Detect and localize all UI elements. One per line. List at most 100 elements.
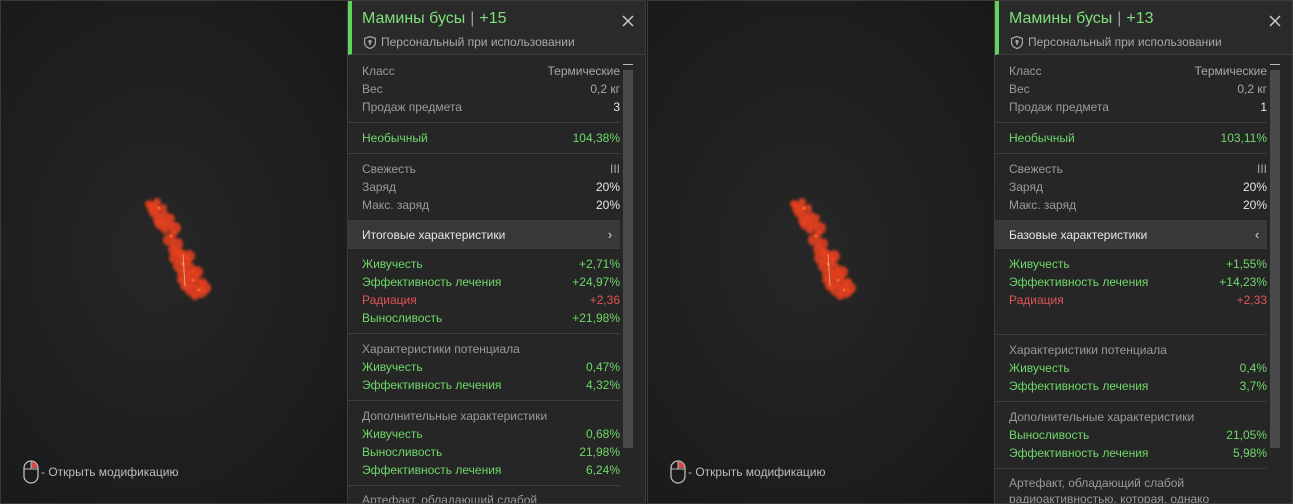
stat-value: +21,98% bbox=[572, 311, 620, 325]
item-preview-viewport[interactable]: - Открыть модификацию bbox=[648, 1, 994, 503]
extra-label: Эффективность лечения bbox=[1009, 446, 1149, 460]
extra-value: 21,98% bbox=[579, 445, 620, 459]
info-row: Вес 0,2 кг bbox=[1009, 80, 1267, 98]
stat-label: Живучесть bbox=[362, 257, 423, 271]
extra-section: Дополнительные характеристики Выносливос… bbox=[995, 402, 1267, 469]
info-value: 1 bbox=[1260, 100, 1267, 114]
close-icon[interactable] bbox=[1268, 14, 1282, 28]
extra-row: Выносливость 21,05% bbox=[1009, 426, 1267, 444]
condition-row: Заряд 20% bbox=[1009, 178, 1267, 196]
potential-section: Характеристики потенциала Живучесть 0,47… bbox=[348, 334, 620, 401]
close-icon[interactable] bbox=[621, 14, 635, 28]
item-upgrade-level: +15 bbox=[479, 10, 507, 27]
stat-label: Эффективность лечения bbox=[1009, 275, 1149, 289]
chevron-icon[interactable]: ‹ bbox=[1247, 227, 1267, 242]
potential-row: Живучесть 0,4% bbox=[1009, 359, 1267, 377]
potential-label: Эффективность лечения bbox=[362, 378, 502, 392]
stat-label: Радиация bbox=[362, 293, 417, 307]
condition-label: Свежесть bbox=[1009, 162, 1063, 176]
potential-value: 0,4% bbox=[1239, 361, 1267, 375]
item-tooltip-panel: Мамины бусы | +13 Персональный при испол… bbox=[994, 1, 1292, 504]
info-label: Класс bbox=[1009, 64, 1042, 78]
extra-row: Эффективность лечения 5,98% bbox=[1009, 444, 1267, 462]
extra-row: Эффективность лечения 6,24% bbox=[362, 461, 620, 479]
tooltip-body: Класс Термические Вес 0,2 кг Продаж пред… bbox=[995, 56, 1292, 504]
chevron-icon[interactable]: › bbox=[600, 227, 620, 242]
left-screen: - Открыть модификацию Мамины бусы | +15 … bbox=[0, 0, 646, 504]
condition-value: III bbox=[1256, 162, 1267, 176]
stat-value: +14,23% bbox=[1219, 275, 1267, 289]
stat-row: Выносливость +21,98% bbox=[362, 309, 620, 327]
stat-row: Радиация +2,36 bbox=[362, 291, 620, 309]
extra-label: Выносливость bbox=[362, 445, 443, 459]
stat-label: Радиация bbox=[1009, 293, 1064, 307]
extra-label: Живучесть bbox=[362, 427, 423, 441]
info-value: 0,2 кг bbox=[590, 82, 620, 96]
item-info-section: Класс Термические Вес 0,2 кг Продаж пред… bbox=[995, 56, 1267, 123]
condition-row: Свежесть III bbox=[362, 160, 620, 178]
potential-row: Живучесть 0,47% bbox=[362, 358, 620, 376]
stats-tab-toggle[interactable]: Базовые характеристики ‹ bbox=[995, 221, 1267, 249]
info-value: 0,2 кг bbox=[1237, 82, 1267, 96]
stat-row: Живучесть +1,55% bbox=[1009, 255, 1267, 273]
info-value: Термические bbox=[547, 64, 620, 78]
item-upgrade-level: +13 bbox=[1126, 10, 1154, 27]
item-info-section: Класс Термические Вес 0,2 кг Продаж пред… bbox=[348, 56, 620, 123]
info-label: Вес bbox=[1009, 82, 1030, 96]
info-row: Продаж предмета 3 bbox=[362, 98, 620, 116]
stat-label: Выносливость bbox=[362, 311, 443, 325]
scrollbar-thumb[interactable] bbox=[623, 70, 633, 448]
potential-section: Характеристики потенциала Живучесть 0,4%… bbox=[995, 335, 1267, 402]
info-row: Вес 0,2 кг bbox=[362, 80, 620, 98]
info-label: Класс bbox=[362, 64, 395, 78]
stat-value: +24,97% bbox=[572, 275, 620, 289]
potential-label: Эффективность лечения bbox=[1009, 379, 1149, 393]
item-name: Мамины бусы bbox=[1009, 10, 1113, 27]
hint-text: - Открыть модификацию bbox=[688, 465, 826, 479]
item-preview-viewport[interactable]: - Открыть модификацию bbox=[1, 1, 347, 503]
rarity-section: Необычный 104,38% bbox=[348, 123, 620, 154]
item-title: Мамины бусы | +13 bbox=[1009, 10, 1154, 28]
potential-title: Характеристики потенциала bbox=[362, 342, 520, 356]
info-label: Вес bbox=[362, 82, 383, 96]
stat-row: Живучесть +2,71% bbox=[362, 255, 620, 273]
potential-value: 4,32% bbox=[585, 378, 620, 392]
info-label: Продаж предмета bbox=[362, 100, 462, 114]
rarity-label: Необычный bbox=[1009, 131, 1075, 145]
rarity-label: Необычный bbox=[362, 131, 428, 145]
condition-label: Заряд bbox=[1009, 180, 1043, 194]
condition-row: Заряд 20% bbox=[362, 178, 620, 196]
stats-tab-toggle[interactable]: Итоговые характеристики › bbox=[348, 221, 620, 249]
condition-label: Свежесть bbox=[362, 162, 416, 176]
extra-value: 5,98% bbox=[1232, 446, 1267, 460]
right-screen: - Открыть модификацию Мамины бусы | +13 … bbox=[647, 0, 1293, 504]
artifact-beads-image bbox=[790, 198, 856, 300]
rarity-value: 103,11% bbox=[1220, 131, 1267, 145]
item-description: Артефакт, обладающий слабой радиоактивно… bbox=[1009, 476, 1210, 504]
condition-value: 20% bbox=[595, 180, 620, 194]
stat-row: Эффективность лечения +24,97% bbox=[362, 273, 620, 291]
tooltip-scrollbar[interactable] bbox=[1270, 64, 1280, 500]
info-value: Термические bbox=[1194, 64, 1267, 78]
stats-tab-label: Базовые характеристики bbox=[1009, 227, 1148, 242]
item-title: Мамины бусы | +15 bbox=[362, 10, 507, 28]
stat-row: Эффективность лечения +14,23% bbox=[1009, 273, 1267, 291]
condition-row: Макс. заряд 20% bbox=[362, 196, 620, 214]
rarity-value: 104,38% bbox=[572, 131, 620, 145]
info-row: Продаж предмета 1 bbox=[1009, 98, 1267, 116]
extra-value: 6,24% bbox=[585, 463, 620, 477]
tooltip-scrollbar[interactable] bbox=[623, 64, 633, 500]
scrollbar-top-cap bbox=[623, 64, 633, 65]
stat-value: +2,71% bbox=[578, 257, 620, 271]
rarity-section: Необычный 103,11% bbox=[995, 123, 1267, 154]
condition-value: 20% bbox=[1242, 198, 1267, 212]
rarity-row: Необычный 103,11% bbox=[1009, 129, 1267, 147]
condition-label: Макс. заряд bbox=[1009, 198, 1077, 212]
potential-row: Эффективность лечения 3,7% bbox=[1009, 377, 1267, 395]
scrollbar-top-cap bbox=[1270, 64, 1280, 65]
stats-section: Живучесть +2,71% Эффективность лечения +… bbox=[348, 249, 620, 334]
potential-title: Характеристики потенциала bbox=[1009, 343, 1167, 357]
item-tooltip-panel: Мамины бусы | +15 Персональный при испол… bbox=[347, 1, 645, 503]
scrollbar-thumb[interactable] bbox=[1270, 70, 1280, 448]
extra-label: Эффективность лечения bbox=[362, 463, 502, 477]
